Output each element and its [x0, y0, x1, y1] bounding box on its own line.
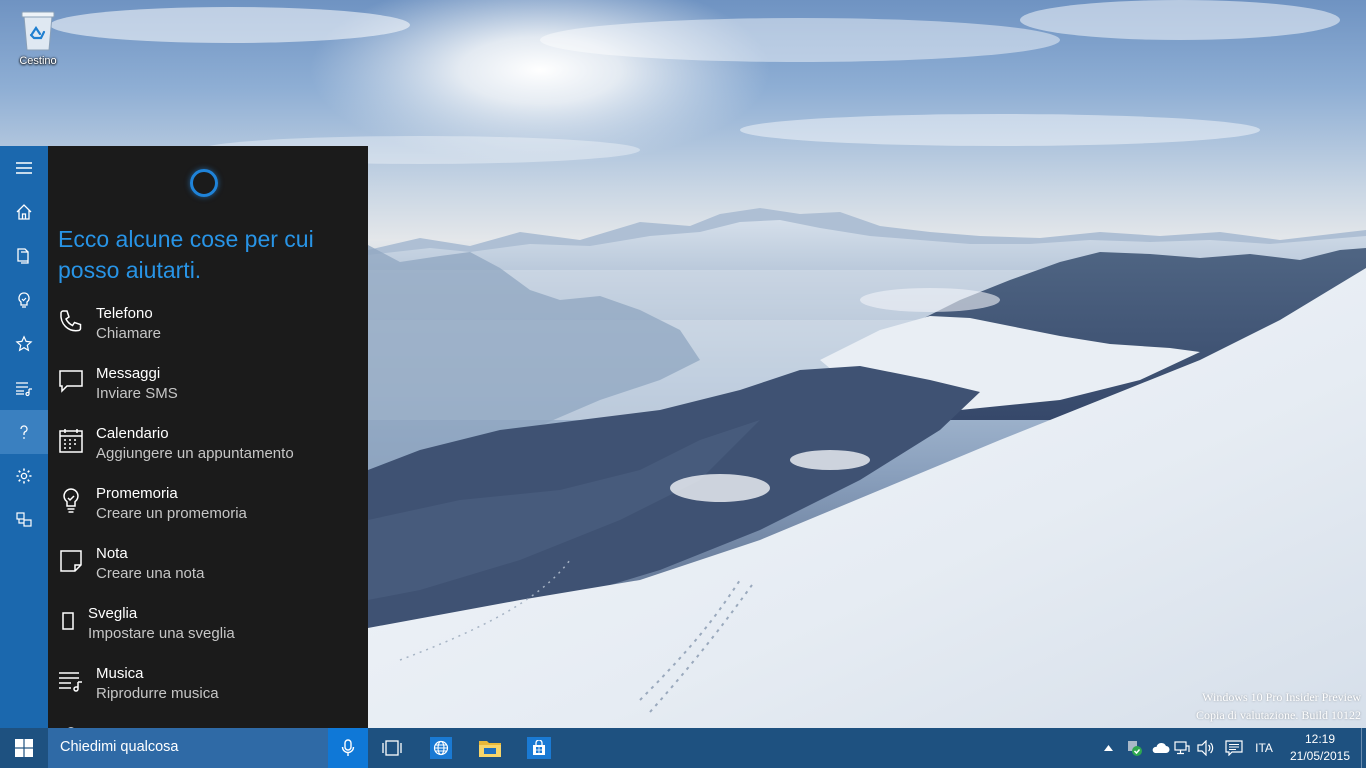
star-icon	[15, 335, 33, 352]
music-button[interactable]	[0, 366, 48, 410]
suggestion-title: Musica	[96, 665, 144, 682]
note-icon	[60, 550, 82, 572]
input-language-button[interactable]: ITA	[1250, 728, 1278, 768]
defender-tray-button[interactable]	[1122, 728, 1146, 768]
action-center-button[interactable]	[1222, 728, 1246, 768]
suggestion-note[interactable]: Nota Creare una nota	[48, 544, 368, 594]
store-bag-icon	[533, 740, 545, 755]
suggestion-subtitle: Impostare una sveglia	[88, 625, 235, 642]
recycle-bin-icon	[18, 8, 58, 52]
notebook-icon	[17, 248, 29, 264]
volume-tray-button[interactable]	[1196, 728, 1216, 768]
cortana-greeting: Ecco alcune cose per cui posso aiutarti.	[58, 226, 314, 283]
message-icon	[59, 370, 83, 393]
suggestion-phone[interactable]: Telefono Chiamare	[48, 304, 368, 354]
watermark-build: Copia di valutazione. Build 10122	[1196, 708, 1361, 722]
reminders-button[interactable]	[0, 278, 48, 322]
task-view-icon	[382, 740, 402, 756]
music-icon	[59, 672, 82, 692]
clock-time: 12:19	[1304, 732, 1336, 746]
notebook-button[interactable]	[0, 234, 48, 278]
file-explorer-taskbar-button[interactable]	[466, 728, 514, 768]
search-placeholder: Chiedimi qualcosa	[60, 739, 179, 755]
task-view-button[interactable]	[368, 728, 416, 768]
microphone-button[interactable]	[328, 728, 368, 768]
suggestion-subtitle: Riprodurre musica	[96, 685, 219, 702]
suggestion-subtitle: Inviare SMS	[96, 385, 178, 402]
onedrive-tray-button[interactable]	[1148, 728, 1172, 768]
settings-button[interactable]	[0, 454, 48, 498]
home-button[interactable]	[0, 190, 48, 234]
cortana-orb-icon	[190, 169, 218, 197]
suggestion-subtitle: Creare una nota	[96, 565, 205, 582]
network-tray-button[interactable]	[1172, 728, 1192, 768]
show-desktop-button[interactable]	[1361, 728, 1366, 768]
suggestion-subtitle: Creare un promemoria	[96, 505, 247, 522]
store-taskbar-button[interactable]	[515, 728, 563, 768]
cortana-sidebar	[0, 146, 48, 728]
windows-logo-icon	[15, 739, 33, 757]
help-icon	[20, 425, 28, 439]
taskbar: Chiedimi qualcosa ITA 12:19 21/05/2015	[0, 728, 1366, 768]
browser-taskbar-button[interactable]	[417, 728, 465, 768]
home-icon	[16, 204, 32, 220]
settings-icon	[16, 468, 32, 484]
reminder-lightbulb-icon	[63, 488, 79, 513]
suggestion-alarm[interactable]: Sveglia Impostare una sveglia	[48, 604, 368, 654]
microphone-icon	[341, 739, 355, 756]
suggestion-title: Promemoria	[96, 485, 178, 502]
watermark-edition: Windows 10 Pro Insider Preview	[1202, 690, 1361, 704]
feedback-button[interactable]	[0, 498, 48, 542]
chevron-up-icon	[1103, 745, 1113, 751]
suggestion-title: Calendario	[96, 425, 169, 442]
lightbulb-icon	[18, 292, 30, 308]
suggestion-title: Nota	[96, 545, 128, 562]
suggestion-title: Sveglia	[88, 605, 138, 622]
recycle-bin-shortcut[interactable]: Cestino	[8, 8, 68, 67]
suggestion-title: Messaggi	[96, 365, 161, 382]
help-button[interactable]	[0, 410, 48, 454]
suggestion-subtitle: Aggiungere un appuntamento	[96, 445, 294, 462]
suggestion-messages[interactable]: Messaggi Inviare SMS	[48, 364, 368, 414]
clock-date: 21/05/2015	[1289, 749, 1351, 763]
start-button[interactable]	[0, 728, 48, 768]
calendar-icon	[59, 429, 83, 453]
suggestion-music[interactable]: Musica Riprodurre musica	[48, 664, 368, 714]
cloud-icon	[1152, 742, 1170, 753]
language-indicator: ITA	[1255, 741, 1273, 755]
recycle-bin-label: Cestino	[19, 55, 57, 67]
network-icon	[1174, 741, 1190, 755]
suggestion-title: Telefono	[96, 305, 153, 322]
globe-icon	[433, 740, 449, 756]
menu-icon	[16, 162, 32, 174]
phone-icon	[60, 310, 82, 332]
feedback-icon	[16, 512, 32, 527]
favorites-button[interactable]	[0, 322, 48, 366]
list-music-icon	[16, 382, 32, 397]
suggestion-subtitle: Chiamare	[96, 325, 162, 342]
cortana-panel: Ecco alcune cose per cui posso aiutarti.…	[48, 146, 368, 728]
alarm-device-icon	[62, 612, 74, 630]
build-watermark: Windows 10 Pro Insider Preview Copia di …	[1196, 688, 1361, 724]
clock-button[interactable]: 12:19 21/05/2015	[1280, 731, 1360, 765]
notification-icon	[1225, 740, 1243, 756]
security-shield-icon	[1128, 741, 1142, 756]
speaker-icon	[1197, 740, 1214, 756]
hamburger-menu-button[interactable]	[0, 146, 48, 190]
suggestion-next-partial[interactable]	[48, 720, 368, 728]
folder-icon	[479, 741, 501, 757]
suggestion-reminder[interactable]: Promemoria Creare un promemoria	[48, 484, 368, 534]
suggestion-calendar[interactable]: Calendario Aggiungere un appuntamento	[48, 424, 368, 474]
show-hidden-icons-button[interactable]	[1100, 728, 1116, 768]
cortana-search-box[interactable]: Chiedimi qualcosa	[48, 728, 328, 768]
